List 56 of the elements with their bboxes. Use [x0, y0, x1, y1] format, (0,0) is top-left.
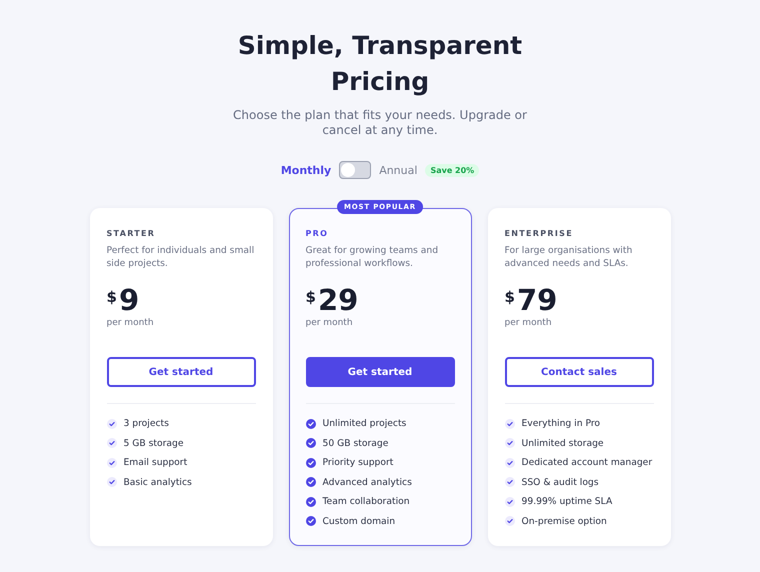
- feature-text: SSO & audit logs: [522, 476, 599, 488]
- check-icon: [306, 516, 316, 526]
- check-icon: [306, 496, 316, 507]
- currency-symbol: $: [504, 288, 515, 306]
- check-icon: [306, 458, 316, 468]
- check-icon: [504, 496, 514, 507]
- feature-text: 99.99% uptime SLA: [522, 496, 612, 508]
- feature-text: On-premise option: [522, 516, 607, 527]
- plan-name: ENTERPRISE: [504, 229, 574, 238]
- check-icon: [306, 438, 316, 448]
- plan-price: 79: [516, 284, 558, 316]
- discount-badge: Save 20%: [425, 164, 480, 176]
- plan-description: For large organisations with advanced needs and SLAs.: [504, 244, 634, 270]
- feature-text: Email support: [124, 457, 188, 468]
- feature-text: Custom domain: [322, 516, 396, 527]
- billing-option[interactable]: Monthly: [280, 164, 332, 176]
- check-icon: [106, 477, 116, 488]
- feature-text: Basic analytics: [124, 476, 192, 488]
- plan-price: 9: [118, 284, 140, 316]
- feature-text: Unlimited projects: [322, 418, 406, 430]
- check-icon: [306, 477, 316, 488]
- check-icon: [106, 458, 116, 468]
- check-icon: [504, 458, 514, 468]
- billing-option[interactable]: Annual: [379, 164, 418, 176]
- check-icon: [504, 477, 514, 488]
- check-icon: [106, 438, 116, 448]
- feature-text: Priority support: [322, 457, 394, 468]
- check-icon: [106, 418, 116, 429]
- plan-name: STARTER: [106, 229, 156, 238]
- plan-button[interactable]: Get started: [106, 357, 256, 387]
- billing-period: per month: [504, 318, 553, 328]
- check-icon: [306, 418, 316, 429]
- feature-text: Advanced analytics: [322, 476, 412, 488]
- feature-text: Unlimited storage: [522, 438, 604, 449]
- billing-period: per month: [106, 318, 155, 328]
- feature-text: 3 projects: [124, 418, 169, 430]
- feature-text: Everything in Pro: [522, 418, 600, 430]
- plan-button[interactable]: Contact sales: [504, 357, 654, 387]
- plan-button[interactable]: Get started: [306, 357, 454, 387]
- currency-symbol: $: [306, 288, 316, 306]
- plan-description: Perfect for individuals and small side projects.: [106, 244, 256, 270]
- page-title: Simple, Transparent Pricing: [236, 30, 524, 98]
- billing-toggle[interactable]: [339, 161, 372, 179]
- feature-text: 5 GB storage: [124, 438, 184, 449]
- billing-period: per month: [306, 318, 354, 328]
- feature-text: Team collaboration: [322, 496, 410, 508]
- plan-price: 29: [318, 284, 358, 316]
- feature-text: 50 GB storage: [322, 438, 388, 449]
- check-icon: [504, 516, 514, 526]
- plan-name: PRO: [306, 229, 330, 238]
- feature-text: Dedicated account manager: [522, 457, 652, 468]
- currency-symbol: $: [106, 288, 117, 306]
- page-subtitle: Choose the plan that fits your needs. Upgrade or cancel at any time.: [232, 108, 528, 138]
- check-icon: [504, 418, 514, 429]
- plan-description: Great for growing teams and professional workflows.: [306, 244, 440, 270]
- check-icon: [504, 438, 514, 448]
